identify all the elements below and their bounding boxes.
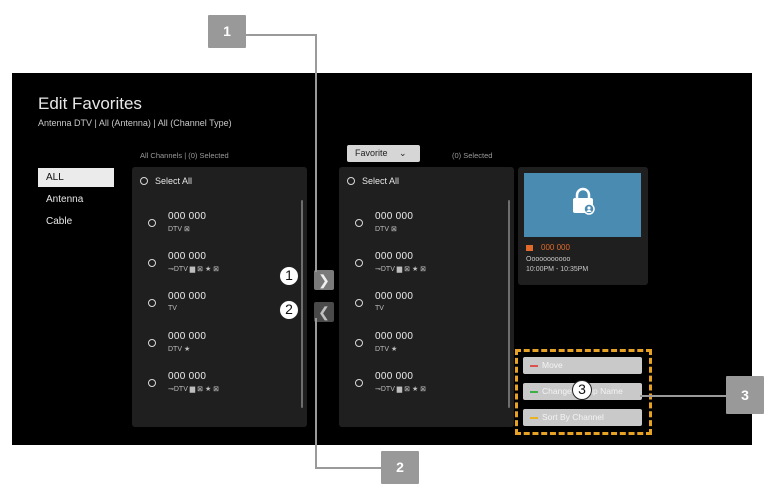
channel-number: 000 000 bbox=[375, 211, 414, 222]
list-item[interactable]: 000 000 ⊸DTV ▆ ⊠ ★ ⊠ bbox=[339, 245, 504, 283]
callout-2-line bbox=[315, 467, 382, 469]
sidebar-item-cable[interactable]: Cable bbox=[38, 212, 114, 231]
yellow-key-icon bbox=[530, 417, 538, 419]
callout-1: 1 bbox=[208, 15, 246, 48]
list-item[interactable]: 000 000 TV bbox=[132, 285, 297, 323]
lock-icon bbox=[573, 187, 595, 215]
channel-radio[interactable] bbox=[355, 339, 363, 347]
channel-type: DTV ⊠ bbox=[168, 226, 190, 233]
chevron-down-icon: ⌄ bbox=[399, 148, 407, 158]
marker-2: 2 bbox=[279, 300, 299, 320]
green-key-icon bbox=[530, 391, 538, 393]
channel-radio[interactable] bbox=[355, 219, 363, 227]
channel-radio[interactable] bbox=[148, 379, 156, 387]
channel-radio[interactable] bbox=[148, 339, 156, 347]
list-item[interactable]: 000 000 DTV ⊠ bbox=[339, 205, 504, 243]
move-button[interactable]: Move bbox=[523, 357, 642, 374]
channel-type: DTV ★ bbox=[375, 346, 398, 353]
channel-type: TV bbox=[168, 305, 177, 312]
move-button-label: Move bbox=[542, 360, 563, 370]
channel-type: ⊸DTV ▆ ⊠ ★ ⊠ bbox=[168, 386, 220, 393]
scrollbar[interactable] bbox=[508, 200, 510, 408]
channel-number: 000 000 bbox=[375, 291, 414, 302]
favorite-dropdown-label: Favorite bbox=[355, 148, 388, 158]
select-all-label: Select All bbox=[362, 176, 400, 186]
list-item[interactable]: 000 000 ⊸DTV ▆ ⊠ ★ ⊠ bbox=[132, 365, 297, 403]
all-channels-header: All Channels | (0) Selected bbox=[140, 151, 229, 160]
red-key-icon bbox=[530, 365, 538, 367]
channel-radio[interactable] bbox=[355, 259, 363, 267]
preview-program: Ooooooooooo bbox=[526, 256, 571, 263]
page-subtitle: Antenna DTV | All (Antenna) | All (Chann… bbox=[38, 118, 232, 128]
tv-screen: Edit Favorites Antenna DTV | All (Antenn… bbox=[12, 73, 752, 445]
channel-type: ⊸DTV ▆ ⊠ ★ ⊠ bbox=[168, 266, 220, 273]
preview-channel-number: 000 000 bbox=[541, 243, 570, 252]
list-item[interactable]: 000 000 DTV ★ bbox=[132, 325, 297, 363]
channel-type: DTV ⊠ bbox=[375, 226, 397, 233]
add-to-favorite-button[interactable]: ❯ bbox=[314, 270, 334, 290]
channel-radio[interactable] bbox=[148, 219, 156, 227]
channel-radio[interactable] bbox=[355, 379, 363, 387]
channel-type: ⊸DTV ▆ ⊠ ★ ⊠ bbox=[375, 386, 427, 393]
channel-radio[interactable] bbox=[355, 299, 363, 307]
channel-number: 000 000 bbox=[168, 291, 207, 302]
callout-3-line bbox=[640, 395, 726, 397]
list-item[interactable]: 000 000 TV bbox=[339, 285, 504, 323]
favorite-header: (0) Selected bbox=[452, 151, 493, 160]
channel-radio[interactable] bbox=[148, 299, 156, 307]
sort-by-channel-button[interactable]: Sort By Channel bbox=[523, 409, 642, 426]
callout-2-line bbox=[315, 318, 317, 468]
channel-number: 000 000 bbox=[168, 331, 207, 342]
marker-3: 3 bbox=[572, 380, 592, 400]
channel-type: DTV ★ bbox=[168, 346, 191, 353]
preview-thumbnail bbox=[524, 173, 641, 237]
channel-number: 000 000 bbox=[375, 251, 414, 262]
list-item[interactable]: 000 000 DTV ★ bbox=[339, 325, 504, 363]
sidebar-item-antenna[interactable]: Antenna bbox=[38, 190, 114, 209]
page-title: Edit Favorites bbox=[38, 94, 142, 113]
channel-logo-icon bbox=[526, 245, 533, 251]
channel-number: 000 000 bbox=[168, 211, 207, 222]
all-channels-panel: Select All 000 000 DTV ⊠ 000 000 ⊸DTV ▆ … bbox=[132, 167, 307, 427]
callout-1-line bbox=[246, 34, 316, 36]
callout-3: 3 bbox=[726, 376, 764, 414]
list-item[interactable]: 000 000 ⊸DTV ▆ ⊠ ★ ⊠ bbox=[132, 245, 297, 283]
favorite-dropdown[interactable]: Favorite ⌄ bbox=[347, 145, 420, 162]
callout-2: 2 bbox=[381, 451, 419, 484]
marker-1: 1 bbox=[279, 266, 299, 286]
sort-by-channel-label: Sort By Channel bbox=[542, 412, 604, 422]
sidebar-item-all[interactable]: ALL bbox=[38, 168, 114, 187]
select-all-radio[interactable] bbox=[347, 177, 355, 185]
channel-number: 000 000 bbox=[168, 371, 207, 382]
select-all-radio[interactable] bbox=[140, 177, 148, 185]
channel-number: 000 000 bbox=[168, 251, 207, 262]
channel-type: ⊸DTV ▆ ⊠ ★ ⊠ bbox=[375, 266, 427, 273]
list-item[interactable]: 000 000 ⊸DTV ▆ ⊠ ★ ⊠ bbox=[339, 365, 504, 403]
preview-time: 10:00PM - 10:35PM bbox=[526, 266, 589, 273]
channel-radio[interactable] bbox=[148, 259, 156, 267]
channel-preview: 000 000 Ooooooooooo 10:00PM - 10:35PM bbox=[518, 167, 648, 285]
callout-1-line bbox=[315, 34, 317, 272]
select-all-label: Select All bbox=[155, 176, 193, 186]
scrollbar[interactable] bbox=[301, 200, 303, 408]
list-item[interactable]: 000 000 DTV ⊠ bbox=[132, 205, 297, 243]
favorite-panel: Select All 000 000 DTV ⊠ 000 000 ⊸DTV ▆ … bbox=[339, 167, 514, 427]
remove-from-favorite-button[interactable]: ❮ bbox=[314, 302, 334, 322]
channel-number: 000 000 bbox=[375, 371, 414, 382]
channel-type: TV bbox=[375, 305, 384, 312]
channel-number: 000 000 bbox=[375, 331, 414, 342]
